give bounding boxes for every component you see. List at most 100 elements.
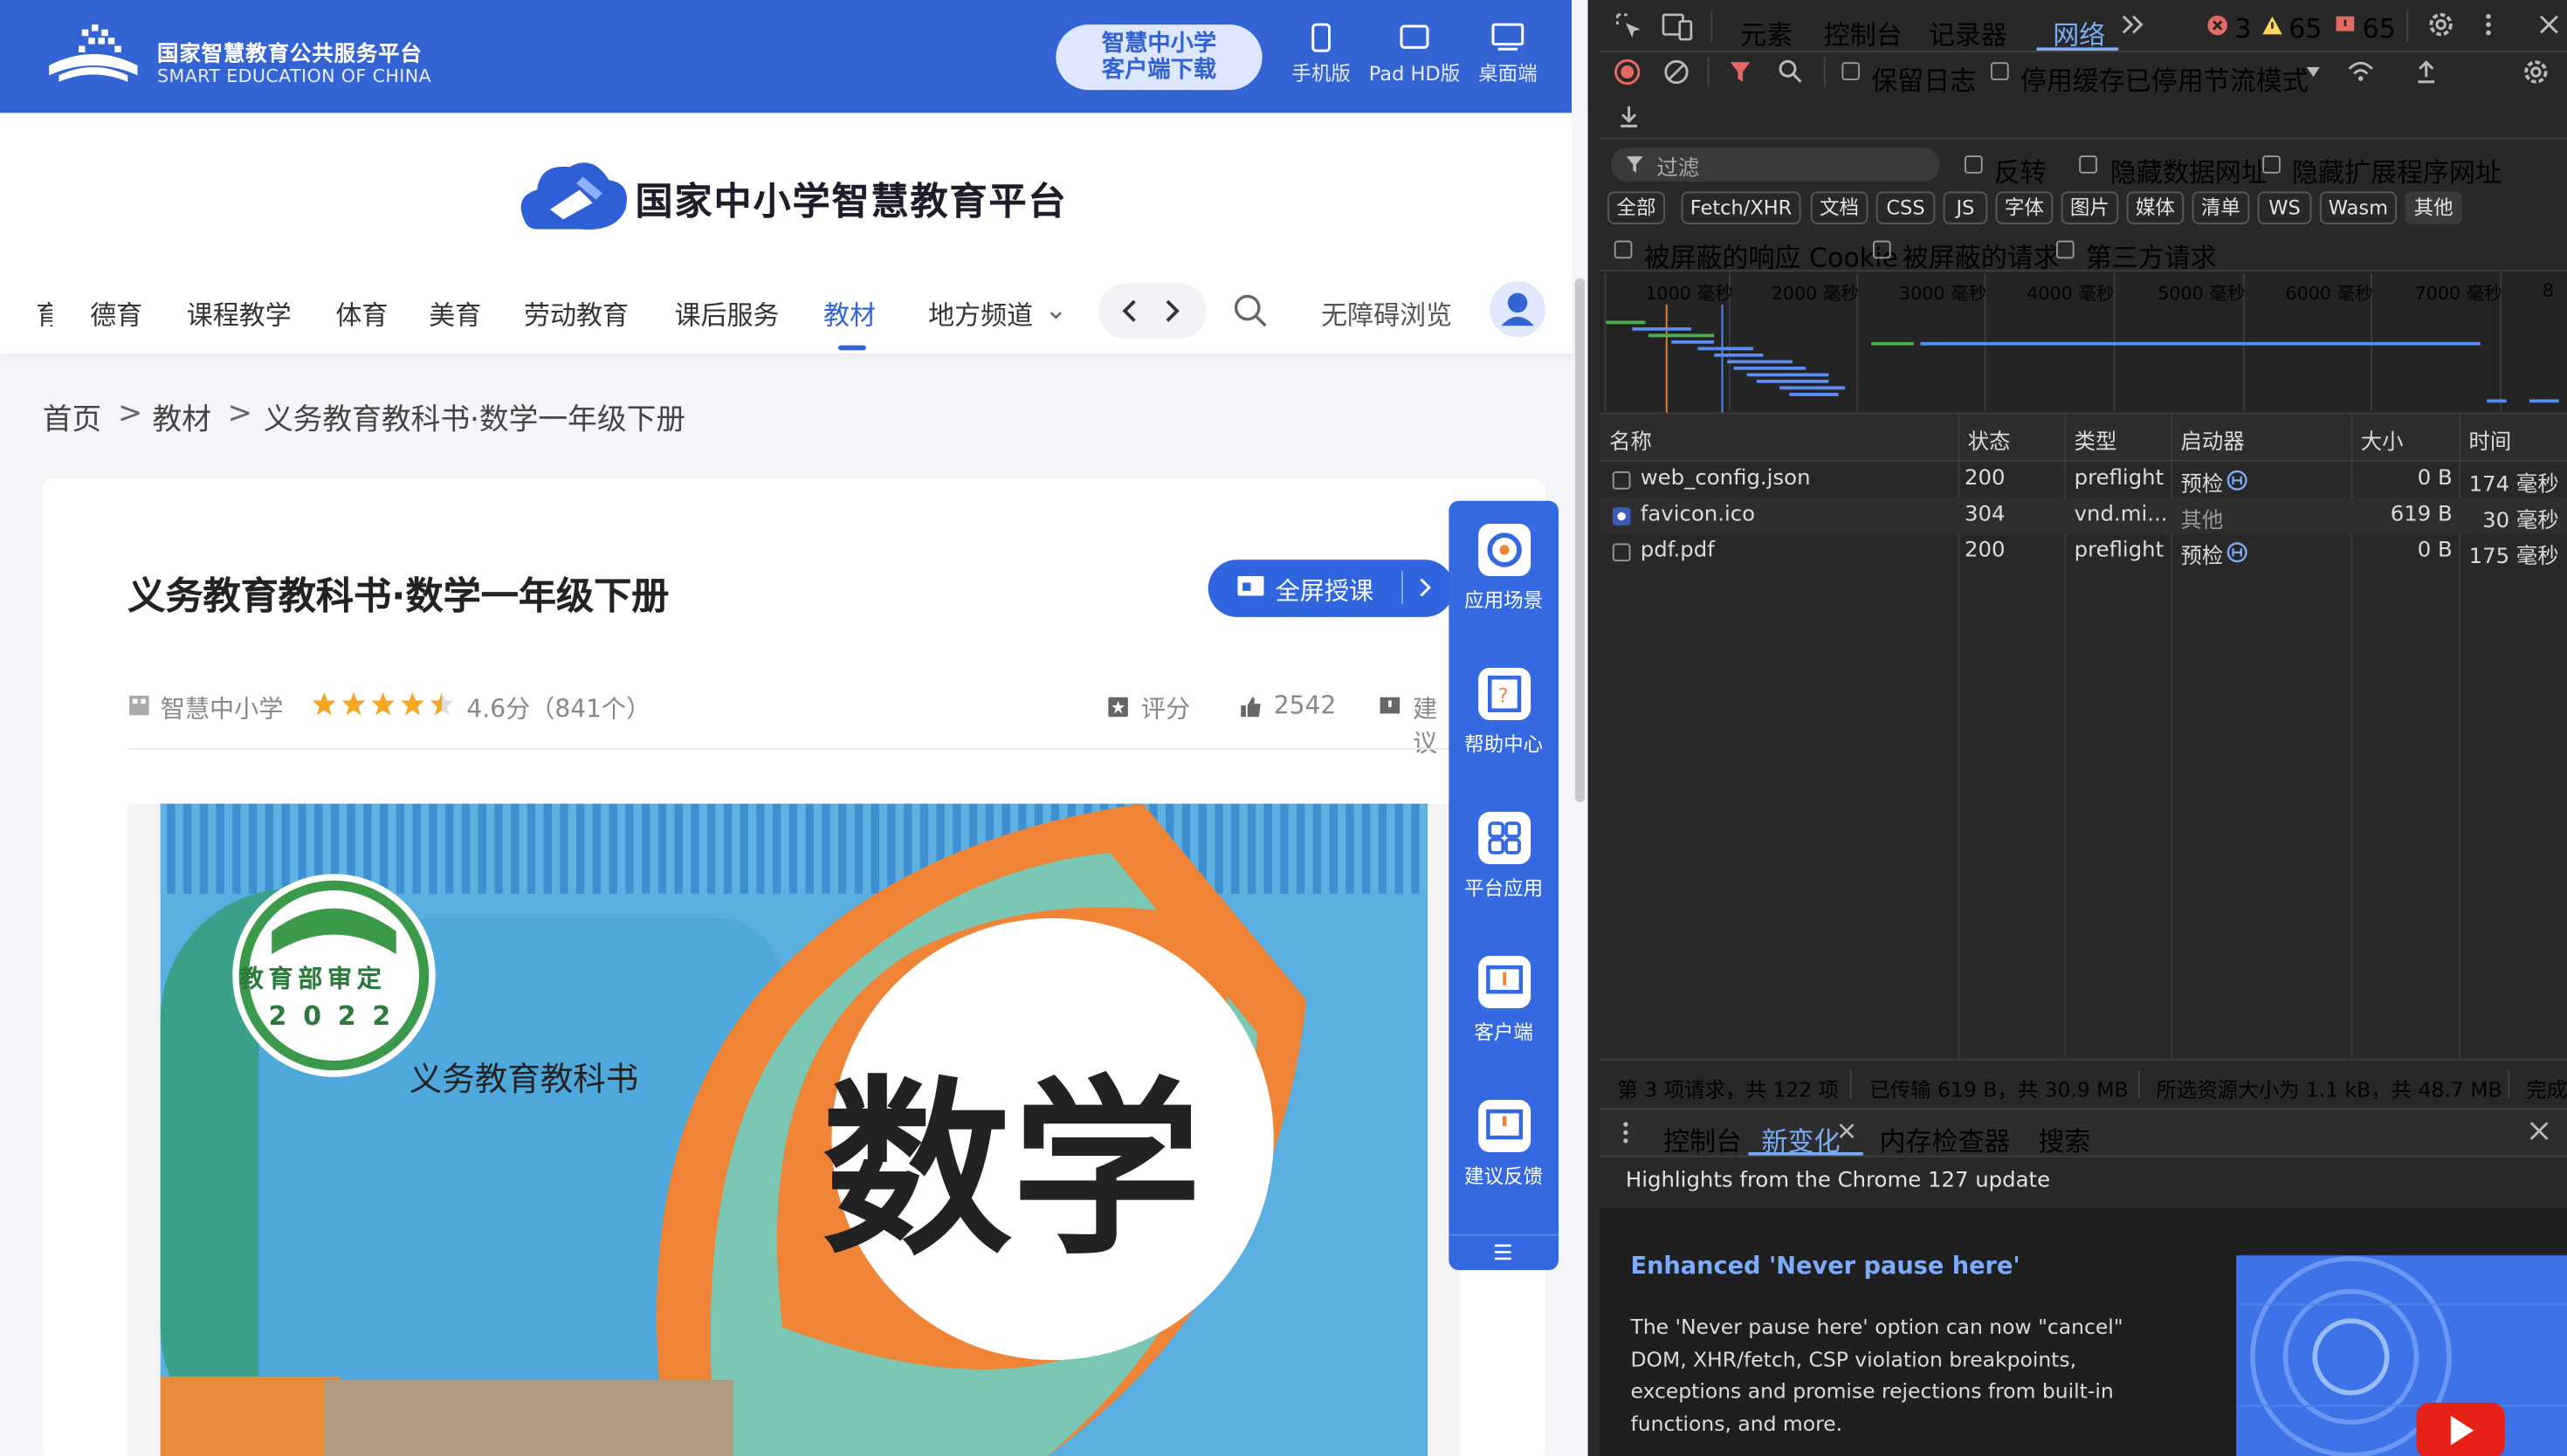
book-cover-image[interactable]: 教育部审定 2022 义务教育教科书 数学	[127, 803, 1461, 1456]
filter-funnel-icon[interactable]	[1729, 60, 1751, 83]
table-row[interactable]: web_config.json 200 preflight 预检 0 B 174…	[1600, 462, 2567, 498]
filter-chip-font[interactable]: 字体	[1995, 191, 2054, 224]
filter-chip-other[interactable]: 其他	[2405, 191, 2462, 224]
close-devtools-icon[interactable]	[2537, 13, 2560, 36]
invert-checkbox[interactable]	[1965, 155, 1983, 174]
filter-chip-ws[interactable]: WS	[2257, 191, 2312, 224]
filter-chip-css[interactable]: CSS	[1875, 191, 1936, 224]
chevron-left-icon[interactable]	[1118, 298, 1141, 324]
network-settings-gear-icon[interactable]	[2522, 58, 2551, 87]
float-item-help[interactable]: ? 帮助中心	[1449, 668, 1559, 758]
whats-new-video-thumbnail[interactable]	[2236, 1255, 2567, 1456]
network-conditions-icon[interactable]	[2346, 59, 2376, 86]
filter-chip-media[interactable]: 媒体	[2126, 191, 2185, 224]
chevron-right-icon[interactable]	[1160, 298, 1183, 324]
pad-version-link[interactable]: Pad HD版	[1364, 23, 1465, 86]
inspect-element-icon[interactable]	[1614, 11, 1644, 41]
table-row[interactable]: favicon.ico 304 vnd.mi... 其他 619 B 30 毫秒	[1599, 498, 2567, 534]
desktop-version-link[interactable]: 桌面端	[1474, 23, 1543, 86]
nav-item-textbooks[interactable]: 教材	[823, 293, 876, 333]
nav-item-courses[interactable]: 课程教学	[187, 293, 292, 333]
column-header-time[interactable]: 时间	[2469, 424, 2512, 455]
menu-collapse-icon[interactable]	[1493, 1242, 1513, 1262]
download-har-icon[interactable]	[1618, 103, 1641, 129]
user-avatar[interactable]	[1490, 281, 1545, 338]
blocked-cookies-checkbox[interactable]	[1614, 240, 1633, 259]
drawer-tab-search[interactable]: 搜索	[2038, 1120, 2090, 1159]
tab-recorder[interactable]: 记录器	[1929, 13, 2007, 52]
throttling-select[interactable]: 已停用节流模式	[2125, 59, 2309, 99]
hide-data-urls-checkbox[interactable]	[2079, 155, 2097, 174]
preflight-link-icon[interactable]	[2226, 470, 2247, 491]
youtube-play-icon[interactable]	[2413, 1399, 2509, 1456]
filter-chip-doc[interactable]: 文档	[1810, 191, 1868, 224]
issue-count[interactable]: 65	[2363, 13, 2396, 45]
nav-item-arts[interactable]: 美育	[429, 293, 481, 333]
request-name: web_config.json	[1640, 466, 1811, 491]
filter-chip-js[interactable]: JS	[1943, 191, 1988, 224]
close-drawer-icon[interactable]	[2529, 1121, 2550, 1141]
clear-icon[interactable]	[1663, 59, 1690, 86]
nav-item-partial[interactable]: 育	[36, 293, 52, 333]
like-count[interactable]: 2542	[1274, 690, 1337, 720]
float-item-scenarios[interactable]: 应用场景	[1449, 524, 1559, 614]
third-party-checkbox[interactable]	[2056, 240, 2075, 259]
column-header-status[interactable]: 状态	[1968, 424, 2011, 455]
float-item-feedback[interactable]: 建议反馈	[1449, 1100, 1559, 1190]
settings-gear-icon[interactable]	[2426, 10, 2456, 39]
device-toolbar-icon[interactable]	[1662, 11, 1695, 41]
filter-chip-all[interactable]: 全部	[1607, 191, 1665, 224]
filter-chip-manifest[interactable]: 清单	[2192, 191, 2250, 224]
whats-new-feature-title[interactable]: Enhanced 'Never pause here'	[1631, 1253, 2020, 1280]
search-icon[interactable]	[1778, 59, 1802, 84]
float-item-platform-apps[interactable]: 平台应用	[1449, 812, 1559, 902]
column-header-initiator[interactable]: 启动器	[2181, 424, 2245, 455]
mobile-version-link[interactable]: 手机版	[1289, 23, 1354, 86]
filter-chip-fetch-xhr[interactable]: Fetch/XHR	[1681, 191, 1801, 224]
page-scrollbar-track[interactable]	[1572, 0, 1588, 1456]
column-header-type[interactable]: 类型	[2075, 424, 2117, 455]
breadcrumb-home[interactable]: 首页	[43, 396, 102, 439]
request-initiator[interactable]: 预检	[2181, 466, 2224, 498]
caret-down-icon[interactable]	[2305, 65, 2322, 79]
warning-count[interactable]: 65	[2288, 13, 2322, 45]
table-row[interactable]: pdf.pdf 200 preflight 预检 0 B 175 毫秒	[1600, 533, 2567, 570]
filter-chip-wasm[interactable]: Wasm	[2319, 191, 2397, 224]
client-download-button[interactable]: 智慧中小学 客户端下载	[1056, 24, 1263, 91]
error-count[interactable]: 3	[2234, 13, 2251, 45]
tab-console[interactable]: 控制台	[1824, 13, 1903, 52]
nav-item-afterschool[interactable]: 课后服务	[675, 293, 780, 333]
nav-item-moral[interactable]: 德育	[90, 293, 142, 333]
breadcrumb-textbooks[interactable]: 教材	[152, 396, 211, 439]
column-header-size[interactable]: 大小	[2361, 424, 2404, 455]
column-header-name[interactable]: 名称	[1609, 424, 1652, 455]
nav-item-local[interactable]: 地方频道	[928, 293, 1064, 333]
nav-item-labor[interactable]: 劳动教育	[524, 293, 629, 333]
nav-item-sports[interactable]: 体育	[335, 293, 388, 333]
preserve-log-checkbox[interactable]	[1841, 62, 1860, 80]
drawer-menu-icon[interactable]	[1621, 1120, 1630, 1146]
blocked-requests-checkbox[interactable]	[1873, 240, 1891, 259]
drawer-tab-memory-inspector[interactable]: 内存检查器	[1880, 1120, 2011, 1159]
site-logo-icon[interactable]	[43, 23, 144, 92]
request-initiator[interactable]: 预检	[2181, 539, 2224, 569]
filter-chip-img[interactable]: 图片	[2061, 191, 2119, 224]
close-tab-icon[interactable]	[1839, 1123, 1855, 1139]
more-tabs-icon[interactable]	[2122, 15, 2144, 35]
page-scrollbar-thumb[interactable]	[1574, 278, 1585, 802]
preflight-link-icon[interactable]	[2226, 542, 2247, 563]
accessibility-link[interactable]: 无障碍浏览	[1321, 293, 1452, 333]
disable-cache-checkbox[interactable]	[1991, 62, 2009, 80]
filter-input[interactable]: 过滤	[1611, 147, 1940, 182]
more-options-icon[interactable]	[2482, 11, 2495, 38]
rate-button[interactable]: 评分	[1141, 690, 1190, 725]
upload-har-icon[interactable]	[2415, 59, 2438, 86]
tab-elements[interactable]: 元素	[1740, 13, 1793, 52]
fullscreen-teach-button[interactable]: 全屏授课	[1208, 560, 1454, 617]
drawer-tab-console[interactable]: 控制台	[1663, 1120, 1742, 1159]
tab-network[interactable]: 网络	[2053, 13, 2105, 52]
record-stop-icon[interactable]	[1614, 58, 1641, 86]
search-icon[interactable]	[1233, 293, 1269, 329]
float-item-client[interactable]: 客户端	[1449, 956, 1559, 1046]
hide-extension-urls-checkbox[interactable]	[2262, 155, 2281, 174]
